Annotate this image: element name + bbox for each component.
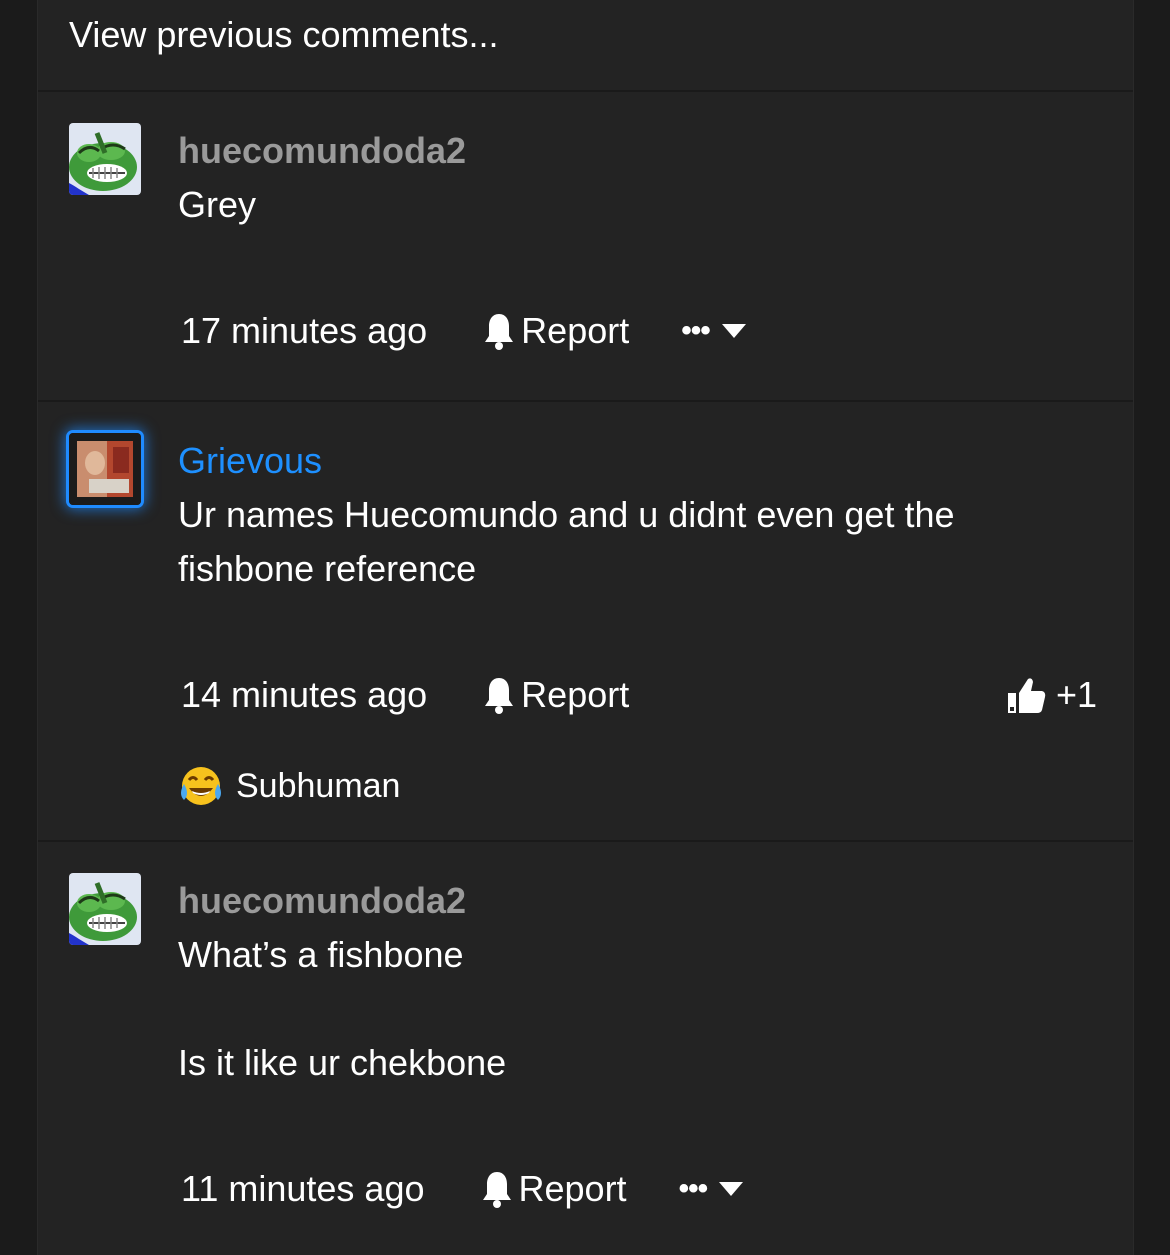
report-label: Report bbox=[518, 1168, 627, 1209]
comment-thread: View previous comments... huecomundoda2 … bbox=[37, 0, 1134, 1255]
comment-username[interactable]: Grievous bbox=[178, 440, 322, 482]
avatar[interactable] bbox=[69, 123, 141, 195]
avatar[interactable] bbox=[69, 873, 141, 945]
comment-body-line: What’s a fishbone bbox=[178, 934, 464, 975]
comment-body-line: Ur names Huecomundo and u didnt even get… bbox=[178, 494, 955, 535]
comment-timestamp: 17 minutes ago bbox=[181, 310, 428, 351]
reaction-label: Subhuman bbox=[236, 766, 401, 805]
comment-body-line: fishbone reference bbox=[178, 548, 477, 589]
comment-meta: 14 minutes ago Report bbox=[181, 674, 629, 716]
comment: Grievous Ur names Huecomundo and u didnt… bbox=[38, 402, 1133, 840]
report-label: Report bbox=[521, 674, 630, 715]
photo-avatar-icon bbox=[69, 433, 141, 505]
comment-meta: 17 minutes ago Report ••• bbox=[181, 310, 746, 352]
like-button[interactable]: +1 bbox=[1006, 674, 1097, 716]
avatar[interactable] bbox=[69, 433, 141, 505]
bell-icon bbox=[482, 1172, 511, 1208]
chevron-down-icon bbox=[719, 1182, 744, 1196]
more-icon: ••• bbox=[678, 1172, 708, 1205]
frog-avatar-icon bbox=[69, 873, 141, 945]
comment: huecomundoda2 What’s a fishbone Is it li… bbox=[38, 842, 1133, 1255]
bell-icon bbox=[485, 678, 514, 714]
comment-body-line: Grey bbox=[178, 184, 257, 225]
comment-timestamp: 14 minutes ago bbox=[181, 674, 428, 715]
comment-timestamp: 11 minutes ago bbox=[181, 1168, 425, 1209]
bell-icon bbox=[485, 314, 514, 350]
report-button[interactable]: Report bbox=[483, 310, 629, 352]
comment-body: What’s a fishbone Is it like ur chekbone bbox=[178, 928, 1078, 1090]
comment-username[interactable]: huecomundoda2 bbox=[178, 880, 466, 922]
like-count: +1 bbox=[1055, 674, 1097, 715]
thumbs-up-icon bbox=[1007, 678, 1046, 713]
more-options-dropdown[interactable]: ••• bbox=[679, 1172, 744, 1206]
report-label: Report bbox=[521, 310, 630, 351]
comment-username[interactable]: huecomundoda2 bbox=[178, 130, 466, 172]
comment-body: Ur names Huecomundo and u didnt even get… bbox=[178, 488, 1078, 596]
chevron-down-icon bbox=[721, 324, 746, 338]
more-options-dropdown[interactable]: ••• bbox=[681, 314, 746, 348]
comment-body-line bbox=[178, 982, 1078, 1036]
comment-body-line: Is it like ur chekbone bbox=[178, 1042, 507, 1083]
comment-meta: 11 minutes ago Report ••• bbox=[181, 1168, 744, 1210]
crying-laughing-emoji-icon bbox=[181, 767, 221, 805]
view-previous-comments-link[interactable]: View previous comments... bbox=[69, 14, 499, 56]
frog-avatar-icon bbox=[69, 123, 141, 195]
report-button[interactable]: Report bbox=[481, 1168, 627, 1210]
comment-body: Grey bbox=[178, 178, 1078, 232]
report-button[interactable]: Report bbox=[483, 674, 629, 716]
comment: huecomundoda2 Grey 17 minutes ago Report… bbox=[38, 92, 1133, 400]
more-icon: ••• bbox=[681, 314, 710, 347]
reaction[interactable]: Subhuman bbox=[178, 764, 400, 808]
